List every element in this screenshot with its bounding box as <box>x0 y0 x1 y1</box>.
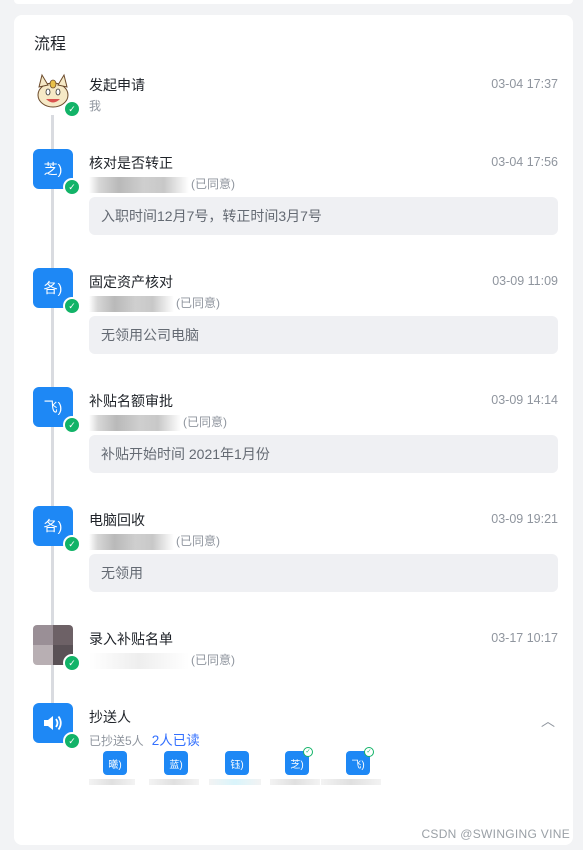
step-name: 核对是否转正 <box>89 155 173 171</box>
step-name: 电脑回收 <box>89 512 145 528</box>
approved-check-icon: ✓ <box>63 297 81 315</box>
redacted-name <box>89 533 174 550</box>
chevron-up-icon[interactable]: ︿ <box>541 711 555 731</box>
step-time: 03-09 19:21 <box>491 512 558 526</box>
step-name: 抄送人 <box>89 709 131 725</box>
cc-person-avatar[interactable]: 蓝) <box>164 751 188 775</box>
approved-check-icon: ✓ <box>63 416 81 434</box>
step-actor: 我 <box>89 99 102 113</box>
step-comment: 补贴开始时间 2021年1月份 <box>89 435 558 473</box>
cc-people: 曦) 蓝) 钰) 芝) ✓ 飞) ✓ <box>89 747 389 791</box>
redacted-name <box>89 176 189 193</box>
step-status: (已同意) <box>89 532 220 550</box>
approved-check-icon: ✓ <box>63 732 81 750</box>
approved-check-icon: ✓ <box>63 535 81 553</box>
redacted-name <box>270 779 320 785</box>
read-check-icon: ✓ <box>303 747 313 757</box>
watermark: CSDN @SWINGING VINE <box>421 827 570 841</box>
approval-flow-card: 流程 ✓ 发起申请 03-04 17:37 我 芝) ✓ 核对是否转正 03-0… <box>14 15 573 845</box>
approved-check-icon: ✓ <box>63 654 81 672</box>
step-comment: 无领用公司电脑 <box>89 316 558 354</box>
step-name: 补贴名额审批 <box>89 393 173 409</box>
read-check-icon: ✓ <box>364 747 374 757</box>
step-time: 03-17 10:17 <box>491 631 558 645</box>
read-count-link[interactable]: 2人已读 <box>152 733 200 748</box>
redacted-name <box>89 652 189 669</box>
redacted-name <box>89 414 181 431</box>
approved-check-icon: ✓ <box>63 178 81 196</box>
cc-person-avatar[interactable]: 芝) ✓ <box>285 747 313 775</box>
step-name: 固定资产核对 <box>89 274 173 290</box>
cc-person-avatar[interactable]: 曦) <box>103 751 127 775</box>
previous-card <box>14 0 573 4</box>
step-comment: 入职时间12月7号，转正时间3月7号 <box>89 197 558 235</box>
section-title: 流程 <box>34 36 67 53</box>
redacted-name <box>321 779 381 785</box>
speaker-icon <box>44 715 62 731</box>
step-status: (已同意) <box>89 651 235 669</box>
step-name: 发起申请 <box>89 77 145 93</box>
step-time: 03-09 14:14 <box>491 393 558 407</box>
cc-summary: 已抄送5人 2人已读 <box>89 733 200 748</box>
step-status: (已同意) <box>89 294 220 312</box>
approved-check-icon: ✓ <box>63 100 81 118</box>
step-time: 03-04 17:37 <box>491 77 558 91</box>
step-comment: 无领用 <box>89 554 558 592</box>
redacted-name <box>209 779 261 785</box>
cc-person-avatar[interactable]: 飞) ✓ <box>346 747 374 775</box>
step-status: (已同意) <box>89 413 227 431</box>
cc-person-avatar[interactable]: 钰) <box>225 751 249 775</box>
step-time: 03-04 17:56 <box>491 155 558 169</box>
step-status: (已同意) <box>89 175 235 193</box>
redacted-name <box>149 779 199 785</box>
redacted-name <box>89 295 174 312</box>
step-name: 录入补贴名单 <box>89 631 173 647</box>
step-time: 03-09 11:09 <box>492 274 558 288</box>
redacted-name <box>89 779 135 785</box>
